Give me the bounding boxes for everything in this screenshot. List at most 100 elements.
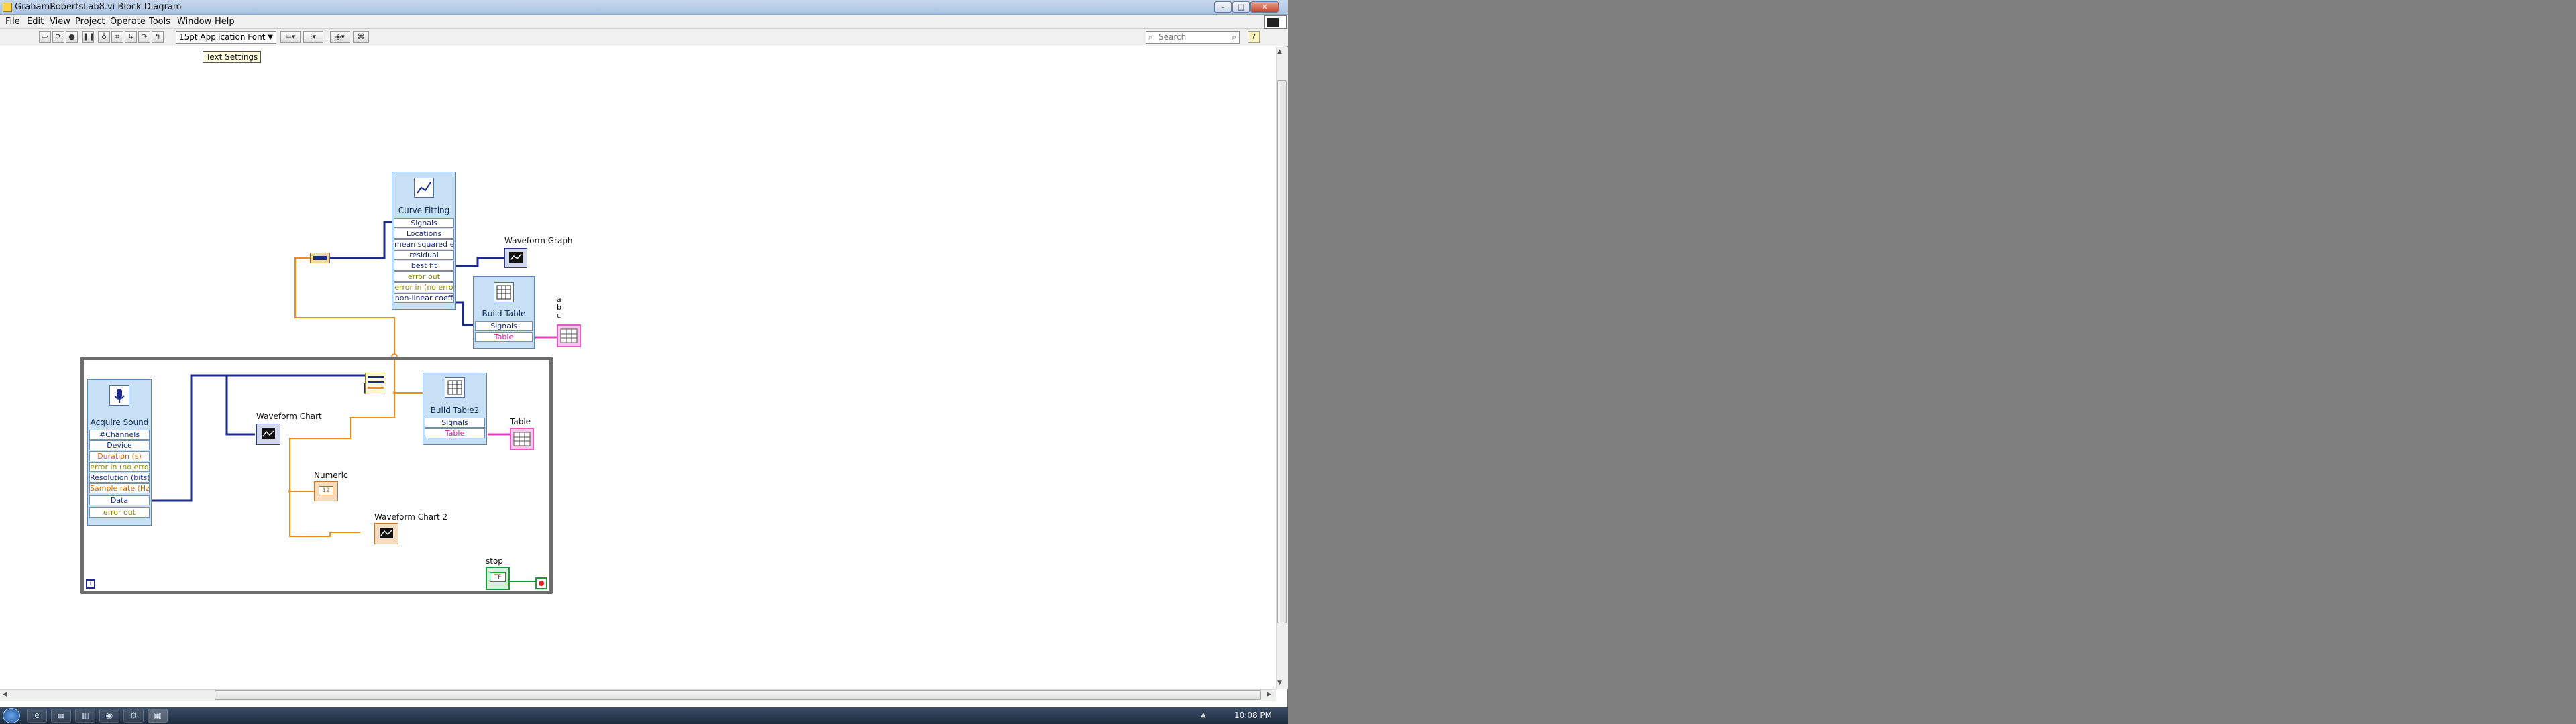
menu-project[interactable]: Project	[75, 17, 105, 27]
start-button[interactable]	[3, 708, 20, 723]
cleanup-diagram-icon[interactable]: ⌘	[353, 31, 369, 43]
cf-terminal-error-out[interactable]: error out	[394, 272, 454, 282]
distribute-objects-icon[interactable]: ⫶▾	[303, 31, 323, 43]
table-indicator-terminal[interactable]	[510, 428, 534, 450]
waveform-chart-terminal[interactable]	[256, 424, 280, 445]
taskbar-chrome-icon[interactable]: ◉	[99, 709, 119, 723]
font-select[interactable]: 15pt Application Font ▼	[176, 31, 276, 44]
context-help-button[interactable]: ?	[1248, 31, 1260, 43]
as-terminal-channels[interactable]: #Channels	[89, 430, 150, 440]
menu-tools[interactable]: Tools	[149, 17, 170, 27]
loop-condition-terminal[interactable]	[535, 577, 547, 589]
build-table2-title: Build Table2	[430, 406, 480, 415]
pause-icon[interactable]: ❚❚	[82, 31, 95, 43]
reorder-icon[interactable]: ◈▾	[330, 31, 350, 43]
vertical-scroll-thumb[interactable]	[1277, 80, 1287, 623]
horizontal-scroll-thumb[interactable]	[215, 690, 1261, 700]
cf-terminal-signals[interactable]: Signals	[394, 218, 454, 228]
window-title: GrahamRobertsLab8.vi Block Diagram	[15, 2, 182, 12]
cf-terminal-residual[interactable]: residual	[394, 250, 454, 260]
scroll-up-icon[interactable]: ▲	[1277, 48, 1282, 55]
waveform-graph-terminal[interactable]	[504, 248, 527, 268]
merge-line-2	[368, 381, 384, 383]
as-terminal-resolution[interactable]: Resolution (bits)	[89, 473, 150, 483]
scroll-right-icon[interactable]: ▶	[1267, 691, 1271, 698]
cf-terminal-locations[interactable]: Locations	[394, 229, 454, 239]
cf-terminal-best-fit[interactable]: best fit	[394, 261, 454, 271]
align-objects-icon[interactable]: ⊨▾	[280, 31, 301, 43]
menu-help[interactable]: Help	[215, 17, 235, 27]
merge-signals-node[interactable]	[365, 373, 386, 394]
bt2-terminal-signals[interactable]: Signals	[425, 418, 485, 428]
merge-line-3	[368, 387, 384, 389]
bt2-terminal-table[interactable]: Table	[425, 428, 485, 438]
table-icon	[560, 328, 578, 343]
taskbar-clock[interactable]: 10:08 PM	[1234, 711, 1272, 720]
abort-icon[interactable]: ●	[66, 31, 78, 43]
as-terminal-data[interactable]: Data	[89, 495, 150, 505]
taskbar-ie-icon[interactable]: e	[27, 709, 47, 723]
menu-view[interactable]: View	[50, 17, 70, 27]
acquire-sound-title: Acquire Sound	[90, 418, 149, 427]
menu-bar: File Edit View Project Operate Tools Win…	[0, 15, 1288, 29]
scroll-down-icon[interactable]: ▼	[1277, 680, 1282, 686]
search-input[interactable]: ⌕ Search ⌕	[1146, 31, 1240, 44]
taskbar-media-icon[interactable]: ▥	[75, 709, 95, 723]
as-terminal-error-out[interactable]: error out	[89, 507, 150, 518]
maximize-button[interactable]: □	[1232, 1, 1250, 13]
stop-label: stop	[486, 556, 503, 566]
labview-window: GrahamRobertsLab8.vi Block Diagram – □ ✕…	[0, 0, 1288, 724]
as-terminal-error-in[interactable]: error in (no erro	[89, 462, 150, 472]
tray-arrow-icon[interactable]: ▲	[1201, 711, 1206, 719]
taskbar-labview-icon[interactable]: ⚙	[123, 709, 144, 723]
taskbar: e ▤ ▥ ◉ ⚙ ▦ ▲ 10:08 PM	[0, 707, 1288, 724]
build-table-node[interactable]: Build Table Signals Table	[473, 276, 535, 349]
search-prefix-icon: ⌕	[1148, 33, 1153, 42]
retain-wire-values-icon[interactable]: ⌗	[111, 31, 123, 43]
convert-bar	[313, 256, 327, 260]
menu-window[interactable]: Window	[177, 17, 211, 27]
convert-dynamic-data-node[interactable]	[310, 253, 330, 263]
step-into-icon[interactable]: ↳	[125, 31, 137, 43]
coeff-table-indicator[interactable]	[557, 324, 581, 347]
vi-icon-pane[interactable]	[1264, 15, 1287, 29]
menu-edit[interactable]: Edit	[27, 17, 44, 27]
step-over-icon[interactable]: ↷	[138, 31, 150, 43]
as-terminal-device[interactable]: Device	[89, 440, 150, 450]
cf-terminal-error-in[interactable]: error in (no erro	[394, 282, 454, 292]
wire-bestfit-graph	[454, 257, 504, 267]
close-button[interactable]: ✕	[1250, 1, 1279, 13]
numeric-terminal[interactable]: 12	[314, 481, 338, 501]
table2-icon	[513, 432, 531, 446]
waveform-chart-2-terminal[interactable]	[374, 523, 398, 544]
menu-file[interactable]: File	[5, 17, 20, 27]
as-terminal-sample-rate[interactable]: Sample rate (Hz)	[89, 483, 150, 493]
cf-terminal-coeff[interactable]: non-linear coeff	[394, 293, 454, 303]
bt-terminal-signals[interactable]: Signals	[475, 321, 533, 331]
run-arrow-icon[interactable]: ⇨	[39, 31, 51, 43]
search-icon[interactable]: ⌕	[1232, 32, 1236, 43]
build-table2-node[interactable]: Build Table2 Signals Table	[423, 373, 487, 445]
scroll-left-icon[interactable]: ◀	[3, 691, 7, 698]
help-icon: ?	[1252, 32, 1256, 41]
minimize-button[interactable]: –	[1214, 1, 1232, 13]
highlight-execution-icon[interactable]: ♁	[98, 31, 110, 43]
curve-fitting-node[interactable]: Curve Fitting Signals Locations mean squ…	[392, 172, 456, 310]
graph-icon	[509, 252, 523, 263]
search-placeholder: Search	[1159, 32, 1187, 42]
menu-operate[interactable]: Operate	[110, 17, 146, 27]
chart2-icon	[380, 528, 393, 538]
waveform-graph-label: Waveform Graph	[504, 236, 573, 245]
as-terminal-duration[interactable]: Duration (s)	[89, 451, 150, 461]
table-label: Table	[510, 417, 531, 426]
run-continuously-icon[interactable]: ⟳	[52, 31, 64, 43]
cf-terminal-mse[interactable]: mean squared e	[394, 239, 454, 249]
acquire-sound-node[interactable]: Acquire Sound #Channels Device Duration …	[87, 379, 152, 526]
loop-iteration-terminal[interactable]: i	[86, 579, 95, 589]
taskbar-explorer-icon[interactable]: ▤	[51, 709, 71, 723]
stop-control-value: TF	[490, 572, 506, 582]
taskbar-blockdiagram-icon[interactable]: ▦	[148, 709, 168, 723]
stop-control-terminal[interactable]: TF	[486, 567, 510, 590]
bt-terminal-table[interactable]: Table	[475, 332, 533, 342]
step-out-icon[interactable]: ↰	[152, 31, 164, 43]
